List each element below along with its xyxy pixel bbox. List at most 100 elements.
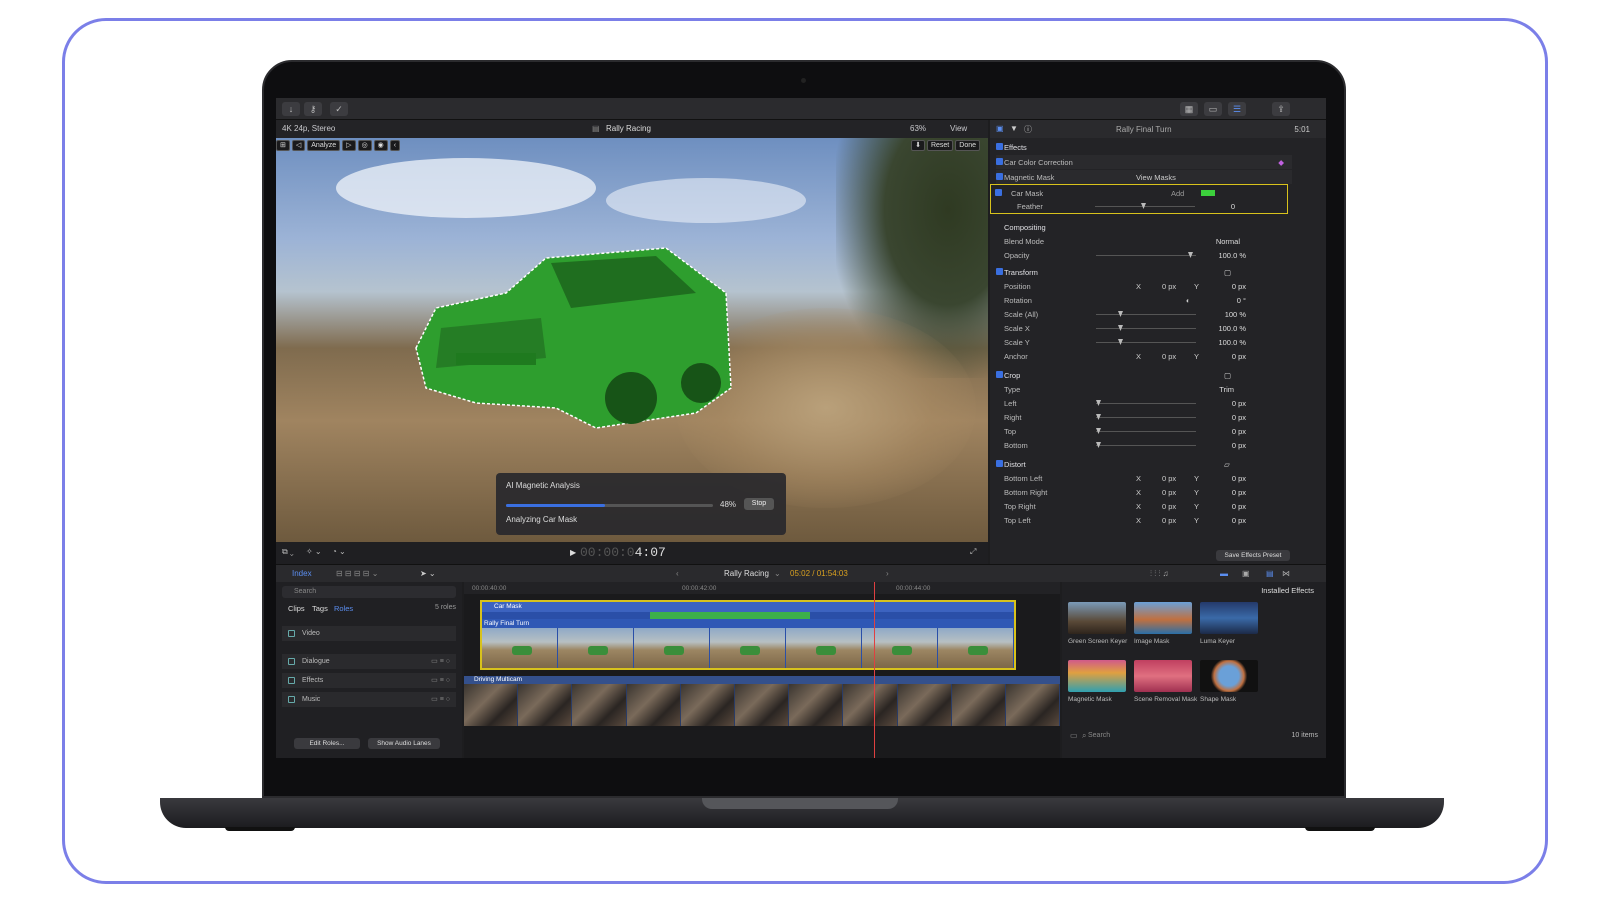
show-audio-lanes-button[interactable]: Show Audio Lanes (368, 738, 440, 749)
rotation-row[interactable]: Rotation ◐ 0 ° (996, 293, 1292, 307)
effect-thumb-green-screen-keyer[interactable] (1068, 602, 1126, 634)
chevron-down-icon[interactable]: ⌄ (774, 569, 781, 578)
snapping-icon[interactable]: ▬ (1220, 569, 1228, 578)
crop-right-row[interactable]: Right 0 px (996, 410, 1292, 424)
mask-color-swatch[interactable] (1201, 190, 1215, 196)
save-effects-preset-button[interactable]: Save Effects Preset (1216, 550, 1290, 561)
transitions-browser-icon[interactable]: ⋈ (1282, 569, 1290, 578)
slider-knob[interactable] (1096, 400, 1101, 406)
effect-thumb-luma-keyer[interactable] (1200, 602, 1258, 634)
tab-clips[interactable]: Clips (288, 604, 305, 613)
role-checkbox[interactable] (288, 677, 295, 684)
effect-thumb-image-mask[interactable] (1134, 602, 1192, 634)
car-mask-row[interactable]: Car Mask Add (995, 186, 1291, 200)
role-row-video[interactable]: Video (282, 626, 456, 641)
analyze-button[interactable]: Analyze (307, 140, 341, 151)
distort-top-left-row[interactable]: Top Left X 0 px Y 0 px (996, 513, 1292, 527)
timeline[interactable]: 00:00:40:00 00:00:42:00 00:00:44:00 Car … (464, 582, 1060, 758)
blend-mode-row[interactable]: Blend Mode Normal (996, 234, 1292, 248)
role-row-effects[interactable]: Effects ▭ ≡ ○ (282, 673, 456, 688)
timeline-view-icon[interactable]: ▭ (1204, 102, 1222, 116)
opacity-slider[interactable] (1096, 252, 1196, 258)
car-mask-effect-bar[interactable]: Car Mask (482, 602, 1014, 612)
sidebar-toggle-icon[interactable]: ▭ (1070, 731, 1078, 740)
scale-x-row[interactable]: Scale X 100.0 % (996, 321, 1292, 335)
effect-thumb-shape-mask[interactable] (1200, 660, 1258, 692)
transform-tool-icon[interactable]: ⧉ ⌄ (282, 547, 294, 557)
effects-browser-icon[interactable]: ▤ (1266, 569, 1274, 578)
slider-knob[interactable] (1188, 252, 1193, 258)
crop-bottom-slider[interactable] (1096, 442, 1196, 448)
view-masks-dropdown[interactable]: View Masks (1136, 173, 1176, 182)
blend-mode-dropdown[interactable]: Normal (1216, 237, 1240, 246)
project-dropdown[interactable]: Rally Racing (724, 569, 769, 578)
anchor-row[interactable]: Anchor X 0 px Y 0 px (996, 349, 1292, 363)
role-row-dialogue[interactable]: Dialogue ▭ ≡ ○ (282, 654, 456, 669)
chevron-left-icon[interactable]: ‹ (389, 140, 401, 151)
video-inspector-icon[interactable]: ▣ (996, 124, 1004, 133)
rotation-dial-icon[interactable]: ◐ (1186, 296, 1191, 305)
crop-top-row[interactable]: Top 0 px (996, 424, 1292, 438)
driving-multicam-clip[interactable]: Driving Multicam (464, 676, 1060, 726)
crop-top-slider[interactable] (1096, 428, 1196, 434)
magic-wand-icon[interactable]: ✧ ⌄ (306, 547, 322, 556)
edit-roles-button[interactable]: Edit Roles... (294, 738, 360, 749)
grid-view-icon[interactable]: ▦ (1180, 102, 1198, 116)
slider-knob[interactable] (1096, 442, 1101, 448)
add-mode-dropdown[interactable]: Add (1171, 189, 1184, 198)
crop-type-dropdown[interactable]: Trim (1219, 385, 1234, 394)
opacity-row[interactable]: Opacity 100.0 % (996, 248, 1292, 262)
crop-left-row[interactable]: Left 0 px (996, 396, 1292, 410)
scale-all-slider[interactable] (1096, 311, 1196, 317)
done-button[interactable]: Done (955, 140, 980, 151)
distort-bottom-right-row[interactable]: Bottom Right X 0 px Y 0 px (996, 485, 1292, 499)
scale-all-row[interactable]: Scale (All) 100 % (996, 307, 1292, 321)
role-checkbox[interactable] (288, 696, 295, 703)
fullscreen-icon[interactable]: ⤢ (970, 547, 976, 557)
view-dropdown[interactable]: View (950, 124, 967, 133)
select-tool-icon[interactable]: ➤ ⌄ (420, 569, 436, 578)
mask-tool-button[interactable]: ⊞ (276, 140, 290, 151)
filter-icon[interactable]: ▼ (1010, 124, 1018, 133)
role-checkbox[interactable] (288, 658, 295, 665)
index-tab[interactable]: Index (292, 569, 312, 578)
effects-search-input[interactable]: Search (1088, 732, 1110, 739)
transform-section[interactable]: Transform ▢ (996, 265, 1292, 279)
distort-section[interactable]: Distort ▱ (996, 457, 1292, 471)
car-color-correction-row[interactable]: Car Color Correction ◆ (996, 155, 1292, 169)
transform-checkbox[interactable] (996, 268, 1003, 275)
key-icon[interactable]: ⚷ (304, 102, 322, 116)
mask-back-button[interactable]: ◁ (291, 140, 306, 151)
magnetic-mask-row[interactable]: Magnetic Mask View Masks (996, 170, 1292, 184)
slider-knob[interactable] (1141, 203, 1146, 209)
download-icon[interactable]: ⬇ (911, 140, 925, 151)
slider-knob[interactable] (1096, 428, 1101, 434)
distort-top-right-row[interactable]: Top Right X 0 px Y 0 px (996, 499, 1292, 513)
color-wheel-icon[interactable]: ◆ (1278, 158, 1284, 167)
clip-appearance-icons[interactable]: ⊟ ⊟ ⊟ ⊟ ⌄ (336, 569, 378, 578)
effects-section[interactable]: Effects (996, 140, 1292, 154)
mask-forward-button[interactable]: ▷ (342, 140, 356, 151)
role-controls-icons[interactable]: ▭ ≡ ○ (431, 676, 450, 684)
crop-left-slider[interactable] (1096, 400, 1196, 406)
distort-bottom-left-row[interactable]: Bottom Left X 0 px Y 0 px (996, 471, 1292, 485)
slider-knob[interactable] (1118, 311, 1123, 317)
role-controls-icons[interactable]: ▭ ≡ ○ (431, 657, 450, 665)
clip-view-icon[interactable]: ▣ (1242, 569, 1250, 578)
crop-checkbox[interactable] (996, 371, 1003, 378)
slider-knob[interactable] (1118, 325, 1123, 331)
position-row[interactable]: Position X 0 px Y 0 px (996, 279, 1292, 293)
scale-y-row[interactable]: Scale Y 100.0 % (996, 335, 1292, 349)
crop-bottom-row[interactable]: Bottom 0 px (996, 438, 1292, 452)
inspector-toggle-icon[interactable]: ☰ (1228, 102, 1246, 116)
crop-section[interactable]: Crop ▢ (996, 368, 1292, 382)
mask-option-button[interactable]: ◎ (357, 140, 372, 151)
distort-onscreen-icon[interactable]: ▱ (1224, 460, 1230, 469)
index-search-input[interactable]: Search (282, 586, 456, 598)
crop-type-row[interactable]: Type Trim (996, 382, 1292, 396)
slider-knob[interactable] (1096, 414, 1101, 420)
role-row-music[interactable]: Music ▭ ≡ ○ (282, 692, 456, 707)
history-forward-icon[interactable]: › (886, 569, 889, 578)
play-icon[interactable]: ▶ (570, 548, 576, 557)
zoom-dropdown[interactable]: 63% (910, 124, 926, 133)
